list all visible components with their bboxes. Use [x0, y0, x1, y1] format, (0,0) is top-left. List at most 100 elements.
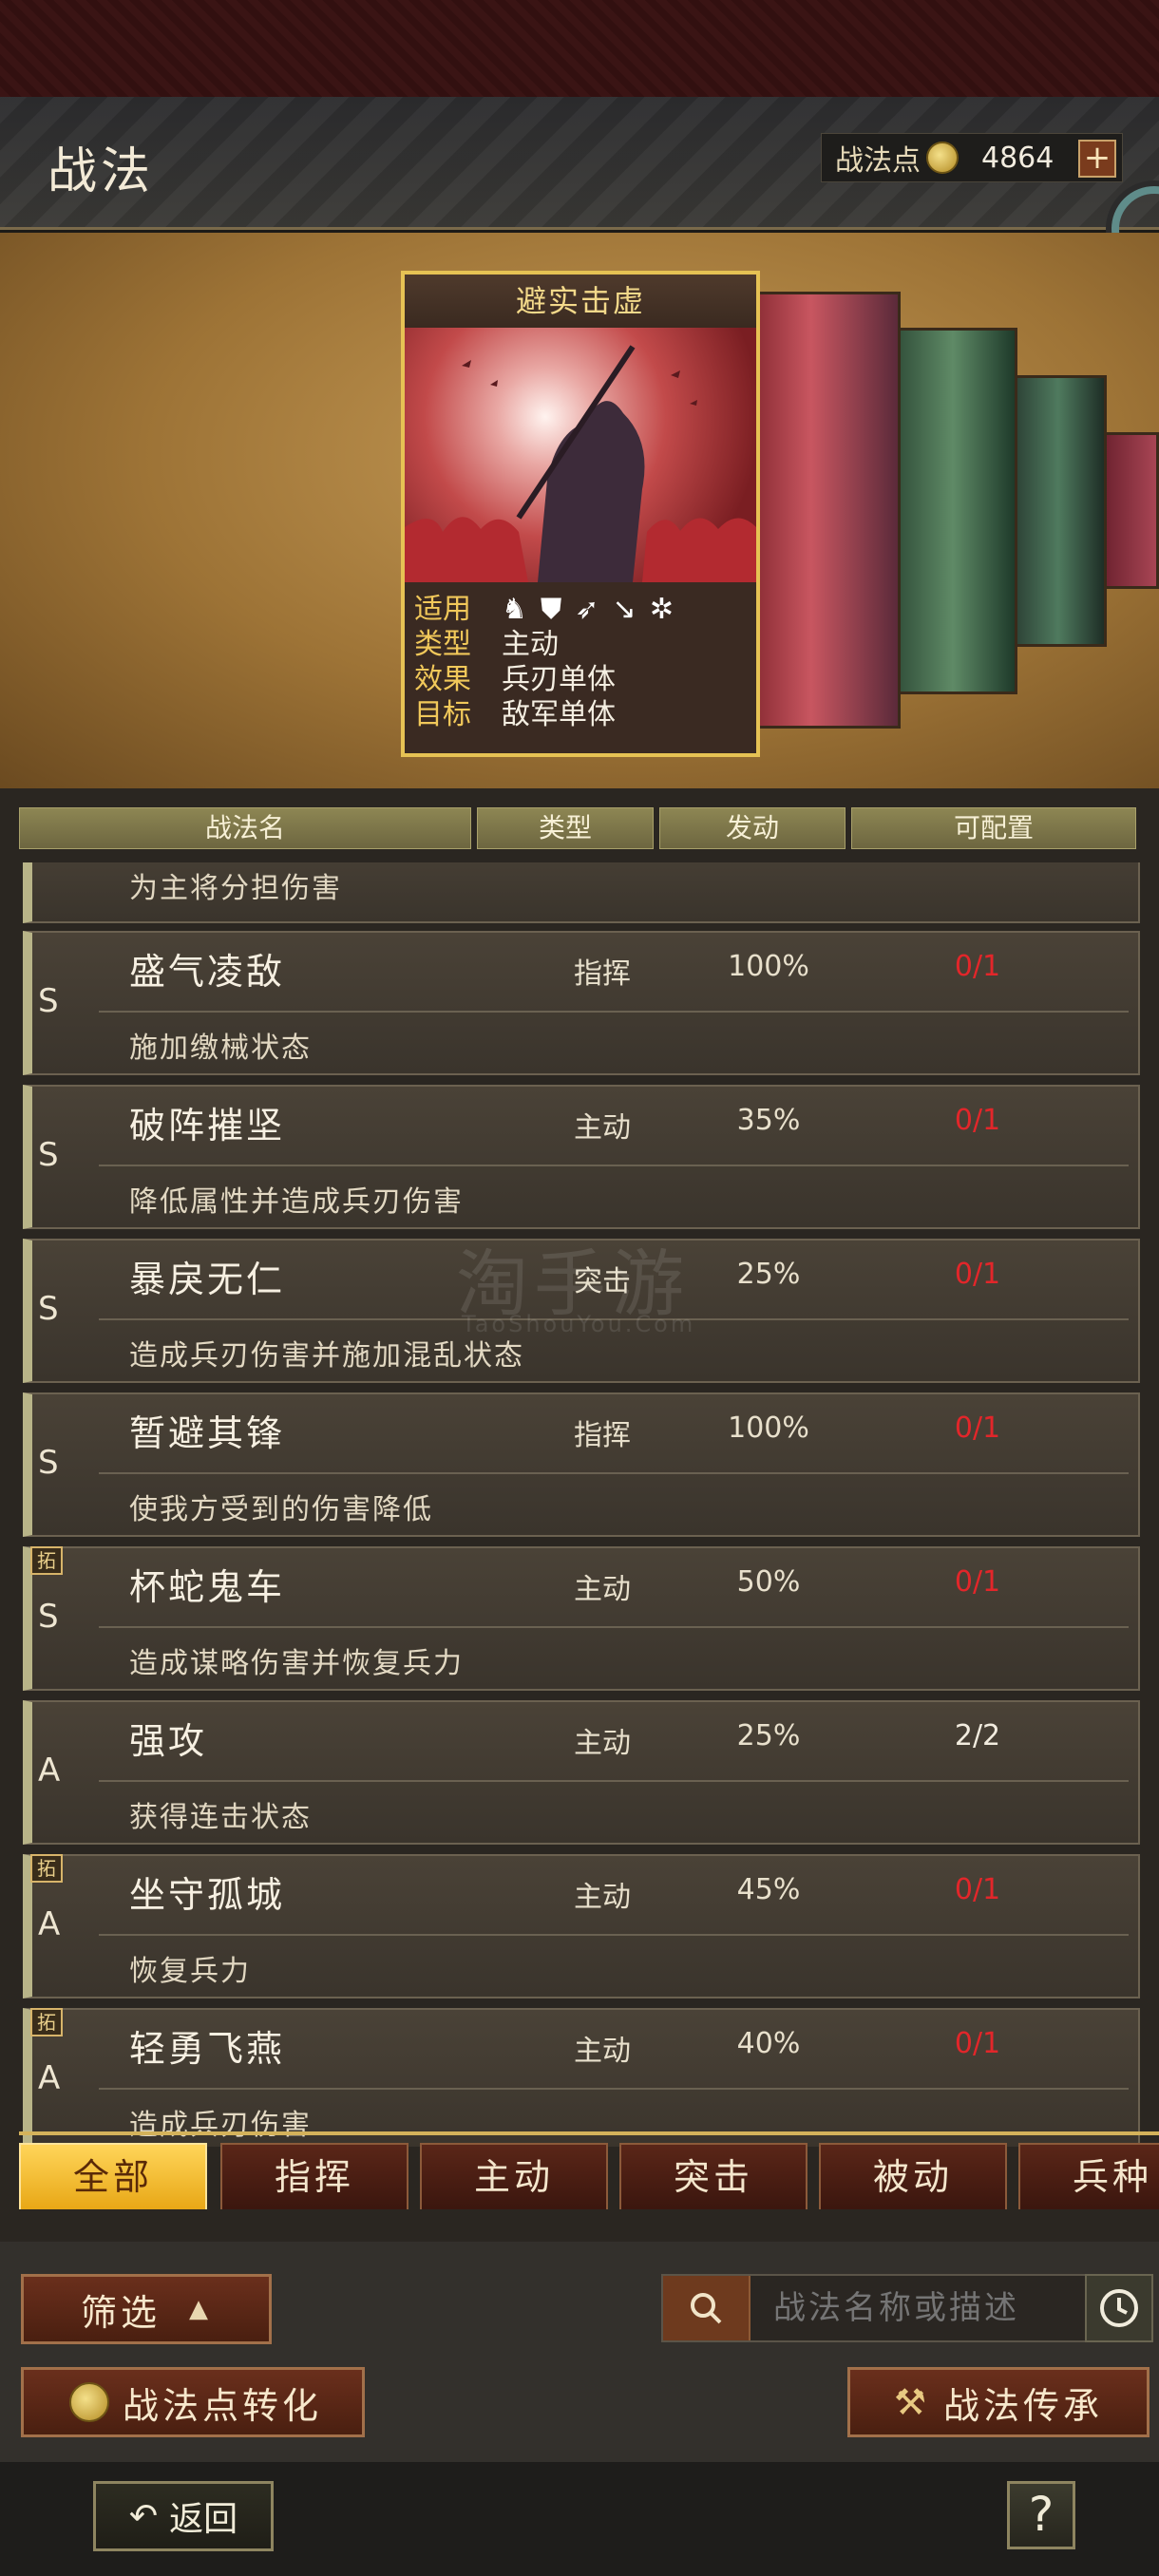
expand-tag-badge: 拓: [30, 1546, 63, 1575]
tactic-coin-icon: [68, 2382, 109, 2422]
watermark-sub: TaoShouYou.Com: [462, 1311, 696, 1337]
add-points-button[interactable]: +: [1078, 140, 1116, 178]
page-title: 战法: [48, 143, 155, 200]
info-key: 目标: [414, 698, 471, 731]
points-label: 战法点: [835, 144, 921, 178]
tactic-name: 强攻: [129, 1720, 208, 1762]
search-box: [661, 2274, 1087, 2342]
info-value: 主动: [502, 628, 559, 661]
filter-button[interactable]: 筛选 ▲: [21, 2274, 272, 2344]
row-divider: [99, 1626, 1129, 1628]
tactic-config-count: 0/1: [954, 1873, 1001, 1906]
clock-icon[interactable]: [1085, 2274, 1153, 2342]
card-artwork: [405, 328, 756, 582]
tactic-name: 坐守孤城: [129, 1874, 286, 1916]
tactic-description: 恢复兵力: [129, 1955, 251, 1988]
tactic-coin-icon: [926, 142, 959, 174]
warrior-silhouette-illustration: [405, 345, 756, 582]
tactic-description: 为主将分担伤害: [129, 872, 342, 905]
tactic-points-box: 战法点 4864 +: [821, 133, 1123, 182]
tactic-name: 杯蛇鬼车: [129, 1566, 286, 1608]
tactic-type: 主动: [574, 1881, 631, 1914]
tab-assault[interactable]: 突击: [619, 2143, 808, 2209]
tactic-card-back[interactable]: [1010, 375, 1107, 647]
tactic-type: 主动: [574, 1573, 631, 1606]
card-info-row: 类型 主动: [414, 627, 747, 662]
triangle-up-icon: ▲: [189, 2295, 212, 2323]
convert-points-button[interactable]: 战法点转化: [21, 2367, 365, 2437]
tactic-description: 施加缴械状态: [129, 1032, 312, 1065]
tactic-rate: 45%: [736, 1873, 801, 1906]
tactic-name: 轻勇飞燕: [129, 2028, 286, 2070]
row-divider: [99, 2088, 1129, 2090]
list-item[interactable]: S 盛气凌敌 指挥 100% 0/1 施加缴械状态: [23, 931, 1140, 1075]
tab-active[interactable]: 主动: [420, 2143, 608, 2209]
tactic-card-back[interactable]: [750, 292, 901, 729]
row-divider: [99, 1780, 1129, 1782]
column-header-rate[interactable]: 发动: [659, 807, 846, 849]
info-key: 效果: [414, 663, 471, 696]
inherit-label: 战法传承: [943, 2384, 1104, 2427]
tactic-grade: S: [38, 1598, 59, 1636]
tactic-card-back[interactable]: [888, 328, 1017, 694]
tactic-config-count: 0/1: [954, 1258, 1001, 1291]
unit-icons: ♞ ⛊ ➶ ↘ ✲: [502, 592, 674, 627]
tactic-rate: 100%: [728, 950, 809, 983]
search-icon[interactable]: [663, 2276, 750, 2340]
row-divider: [99, 1165, 1129, 1166]
tactic-grade: A: [38, 2059, 61, 2097]
tactic-name: 盛气凌敌: [129, 951, 286, 993]
cavalry-icon: ♞: [502, 593, 527, 626]
tactic-list[interactable]: 为主将分担伤害 S 盛气凌敌 指挥 100% 0/1 施加缴械状态 S 破阵摧坚 主动 35% 0/…: [19, 862, 1146, 2147]
tab-command[interactable]: 指挥: [220, 2143, 408, 2209]
tactic-card-back[interactable]: [1102, 432, 1159, 589]
info-key: 类型: [414, 628, 471, 661]
tactic-rate: 100%: [728, 1411, 809, 1445]
column-header-name[interactable]: 战法名: [19, 807, 471, 849]
card-showcase: 避实击虚 适用 ♞ ⛊ ➶ ↘ ✲ 类型 主动 效果 兵刃单体 目标 敌军单体: [0, 233, 1159, 788]
list-item[interactable]: 为主将分担伤害: [23, 862, 1140, 923]
tactic-config-count: 0/1: [954, 1411, 1001, 1445]
bottom-controls: 筛选 ▲ 战法点转化 ⚒ 战法传承: [0, 2242, 1159, 2462]
row-divider: [99, 1472, 1129, 1474]
tactic-rate: 25%: [736, 1258, 801, 1291]
tactic-rate: 25%: [736, 1719, 801, 1752]
list-item[interactable]: 拓 A 坐守孤城 主动 45% 0/1 恢复兵力: [23, 1854, 1140, 1998]
tactic-name: 暴戾无仁: [129, 1259, 286, 1300]
list-item[interactable]: S 暂避其锋 指挥 100% 0/1 使我方受到的伤害降低: [23, 1392, 1140, 1537]
tactic-grade: S: [38, 1290, 59, 1328]
help-button[interactable]: ?: [1007, 2481, 1075, 2549]
tactic-type: 主动: [574, 1727, 631, 1760]
tactic-name: 暂避其锋: [129, 1412, 286, 1454]
list-item[interactable]: 拓 A 轻勇飞燕 主动 40% 0/1 造成兵刃伤害: [23, 2008, 1140, 2147]
filter-label: 筛选: [80, 2291, 161, 2334]
inherit-tactic-button[interactable]: ⚒ 战法传承: [847, 2367, 1150, 2437]
back-label: 返回: [169, 2500, 238, 2539]
tactic-grade: S: [38, 1136, 59, 1174]
tactic-grade: A: [38, 1752, 61, 1790]
top-decor-band: [0, 0, 1159, 97]
search-input[interactable]: [750, 2289, 1074, 2327]
back-button[interactable]: ↶ 返回: [93, 2481, 274, 2551]
card-info-row: 效果 兵刃单体: [414, 662, 747, 697]
tactic-grade: S: [38, 1444, 59, 1482]
list-item[interactable]: S 破阵摧坚 主动 35% 0/1 降低属性并造成兵刃伤害: [23, 1085, 1140, 1229]
featured-tactic-card[interactable]: 避实击虚 适用 ♞ ⛊ ➶ ↘ ✲ 类型 主动 效果 兵刃单体 目标 敌军单体: [401, 271, 760, 757]
tactic-type: 指挥: [574, 957, 631, 991]
list-item[interactable]: A 强攻 主动 25% 2/2 获得连击状态: [23, 1700, 1140, 1845]
list-item[interactable]: 拓 S 杯蛇鬼车 主动 50% 0/1 造成谋略伤害并恢复兵力: [23, 1546, 1140, 1691]
tab-all[interactable]: 全部: [19, 2143, 207, 2209]
hammer-icon: ⚒: [893, 2381, 931, 2423]
info-key: 适用: [414, 593, 471, 626]
column-header-config[interactable]: 可配置: [851, 807, 1136, 849]
tactic-rate: 35%: [736, 1104, 801, 1137]
tactic-description: 降低属性并造成兵刃伤害: [129, 1185, 464, 1219]
tab-troop[interactable]: 兵种: [1018, 2143, 1159, 2209]
tab-passive[interactable]: 被动: [819, 2143, 1007, 2209]
tactic-description: 使我方受到的伤害降低: [129, 1493, 433, 1526]
header-bar: 战法 战法点 4864 +: [0, 97, 1159, 230]
tactic-rate: 40%: [736, 2027, 801, 2060]
column-header-type[interactable]: 类型: [477, 807, 654, 849]
tactic-config-count: 2/2: [954, 1719, 1001, 1752]
tactic-config-count: 0/1: [954, 1565, 1001, 1599]
